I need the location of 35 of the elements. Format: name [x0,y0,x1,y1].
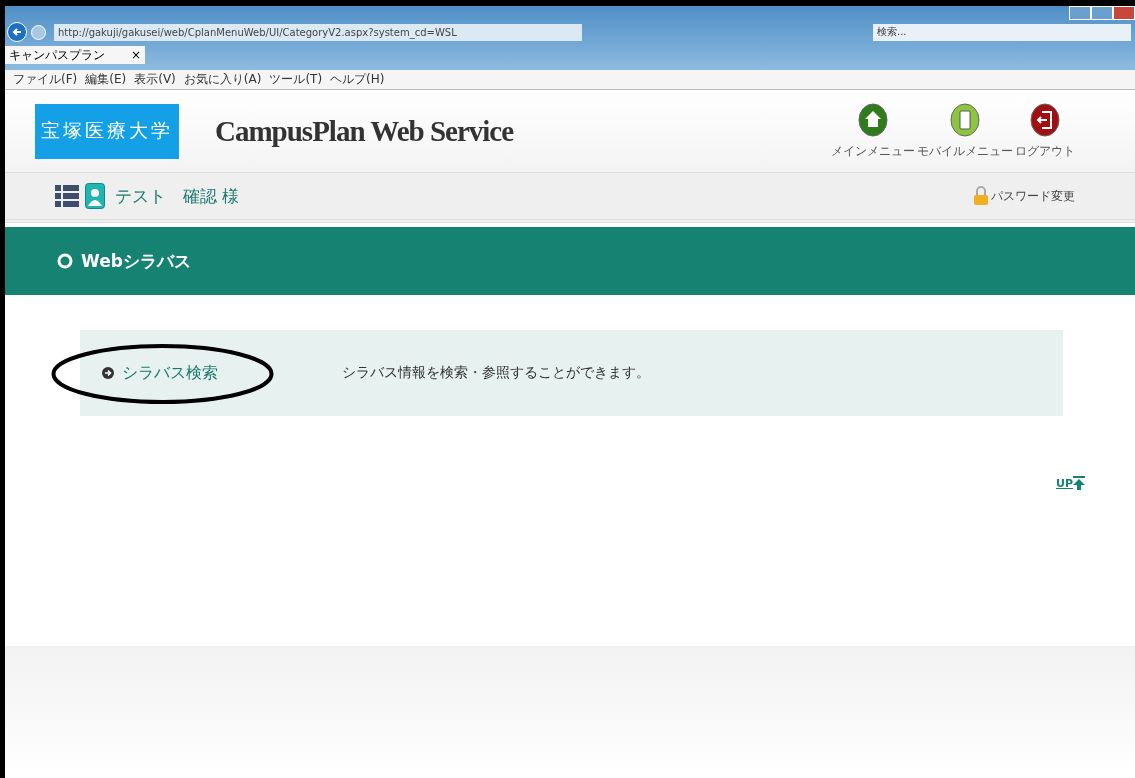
menu-item[interactable]: ツール(T) [269,71,323,88]
up-arrow-icon [1073,476,1085,490]
phone-icon [950,102,980,137]
menu-item[interactable]: 編集(E) [85,71,127,88]
home-icon [858,102,888,137]
user-name: テスト 確認 様 [115,184,240,208]
item-description: シラバス情報を検索・参照することができます。 [342,364,650,382]
forward-button[interactable] [31,24,46,40]
browser-tab[interactable]: キャンパスプラン × [5,46,145,64]
circle-icon [57,253,73,269]
list-icon[interactable] [55,184,79,208]
site-title: CampusPlan Web Service [215,114,514,148]
section-title: Webシラバス [81,249,191,273]
address-bar[interactable]: http://gakuji/gakusei/web/CplanMenuWeb/UI/CategoryV2.aspx?system_cd=WSL [54,23,582,41]
nav-link[interactable]: モバイルメニュー [917,102,1013,160]
university-logo: 宝塚医療大学 [35,103,179,159]
logout-icon [1030,102,1060,137]
user-icon [85,183,105,209]
search-field[interactable]: 検索... [873,23,1131,41]
close-button[interactable] [1113,6,1135,20]
password-change-link[interactable]: パスワード変更 [973,186,1075,206]
maximize-button[interactable] [1091,6,1113,20]
nav-link[interactable]: ログアウト [1015,102,1075,160]
menu-item[interactable]: ヘルプ(H) [330,71,385,88]
menu-item[interactable]: ファイル(F) [13,71,78,88]
menu-item[interactable]: 表示(V) [134,71,176,88]
back-arrow-icon [12,27,22,37]
page-top-link[interactable]: UP [1056,476,1085,490]
lock-icon [973,186,989,206]
minimize-button[interactable] [1069,6,1091,20]
nav-link[interactable]: メインメニュー [831,102,915,160]
back-button[interactable] [7,22,27,42]
arrow-circle-icon [102,367,114,379]
syllabus-search-link[interactable]: シラバス検索 [102,362,342,384]
menu-item[interactable]: お気に入り(A) [183,71,262,88]
